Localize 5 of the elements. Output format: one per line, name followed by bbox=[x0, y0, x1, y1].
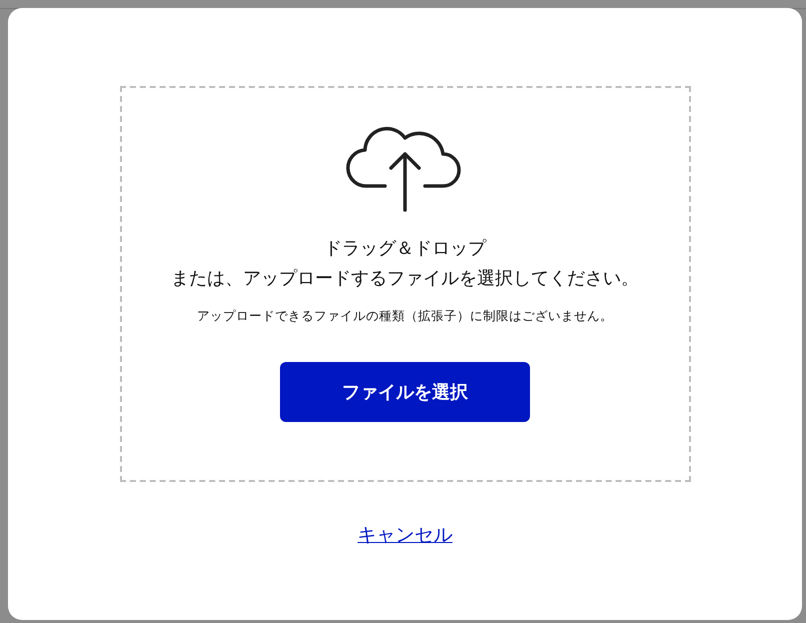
drop-heading: ドラッグ＆ドロップ bbox=[324, 237, 486, 261]
drop-instruction: または、アップロードするファイルを選択してください。 bbox=[170, 267, 640, 291]
file-type-note: アップロードできるファイルの種類（拡張子）に制限はございません。 bbox=[197, 307, 613, 325]
select-file-button[interactable]: ファイルを選択 bbox=[280, 362, 530, 422]
cancel-link[interactable]: キャンセル bbox=[358, 522, 452, 548]
